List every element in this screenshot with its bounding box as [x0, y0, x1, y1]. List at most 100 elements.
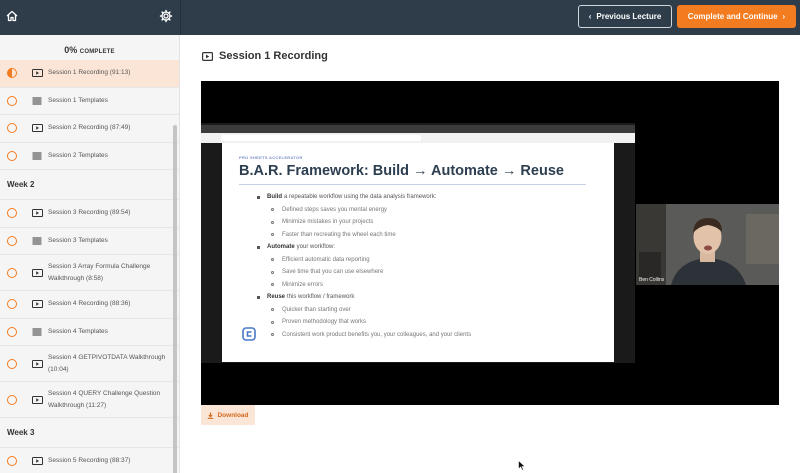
slide-sub-bullet: Defined steps saves you mental energy [257, 204, 471, 217]
text-lines-icon [31, 151, 43, 160]
progress-percent: 0% [64, 45, 78, 55]
gear-icon[interactable] [159, 9, 173, 23]
sub-bullet-text: Faster than recreating the wheel each ti… [282, 231, 396, 238]
download-label: Download [217, 411, 249, 419]
home-icon[interactable] [5, 9, 19, 23]
sidebar-divider [180, 0, 181, 35]
bullet-keyword: Reuse [267, 294, 286, 301]
completion-circle-icon[interactable] [7, 95, 17, 106]
slide-sub-bullet: Consistent work product benefits you, yo… [257, 329, 471, 342]
completion-circle-icon[interactable] [7, 150, 17, 161]
lecture-item[interactable]: Session 3 Recording (89:54) [0, 200, 179, 228]
lecture-item[interactable]: Session 3 Templates [0, 228, 179, 255]
slide-sub-bullet: Quicker than starting over [257, 304, 471, 317]
slide-bullet: Automate your workflow: [257, 241, 471, 254]
download-button[interactable]: Download [201, 405, 255, 425]
lecture-label: Session 4 GETPIVOTDATA Walkthrough (10:0… [48, 353, 166, 373]
lecture-label: Session 2 Recording (87:49) [48, 124, 131, 132]
brand-logo-icon [242, 327, 256, 341]
slide-sub-bullet: Efficient automatic data reporting [257, 254, 471, 267]
completion-circle-icon[interactable] [7, 394, 17, 405]
bullet-dot-icon [257, 295, 260, 299]
chevron-right-icon: › [782, 12, 786, 21]
lecture-item[interactable]: Session 4 Templates [0, 319, 179, 346]
slide-sub-bullet: Proven methodology that works [257, 316, 471, 329]
slide-bullets: Build a repeatable workflow using the dat… [257, 191, 471, 341]
completion-circle-icon[interactable] [7, 326, 17, 337]
video-play-icon [31, 395, 43, 404]
lecture-item[interactable]: Session 1 Recording (91:13) [0, 60, 179, 88]
browser-tab-bar [201, 125, 635, 133]
sub-bullet-text: Save time that you can use elsewhere [282, 269, 384, 276]
completion-circle-icon[interactable] [7, 299, 17, 310]
sub-bullet-text: Consistent work product benefits you, yo… [282, 331, 472, 338]
chevron-left-icon: ‹ [588, 12, 592, 21]
slide-title: B.A.R. Framework: Build → Automate → Reu… [239, 163, 564, 179]
bullet-dot-icon [257, 195, 260, 199]
bullet-text: your workflow: [296, 244, 336, 251]
bullet-dot-icon [257, 245, 260, 249]
lecture-item[interactable]: Session 1 Templates [0, 88, 179, 115]
video-play-icon [31, 268, 43, 277]
bullet-keyword: Automate [267, 244, 295, 251]
sidebar-scrollbar[interactable] [173, 125, 177, 473]
previous-lecture-button[interactable]: ‹ Previous Lecture [578, 5, 672, 28]
text-lines-icon [31, 236, 43, 245]
sub-bullet-text: Proven methodology that works [282, 319, 367, 326]
video-play-icon [31, 457, 43, 466]
lecture-label: Session 3 Templates [48, 236, 108, 244]
completion-circle-icon[interactable] [7, 123, 17, 134]
presentation-slide: PRO SHEETS ACCELERATOR B.A.R. Framework:… [222, 143, 614, 362]
bullet-text: a repeatable workflow using the data ana… [284, 194, 437, 201]
lecture-label: Session 3 Recording (89:54) [48, 209, 131, 217]
text-lines-icon [31, 96, 43, 105]
bullet-keyword: Build [267, 194, 282, 201]
slide-bullet: Reuse this workflow / framework [257, 291, 471, 304]
sub-bullet-text: Efficient automatic data reporting [282, 256, 370, 263]
lecture-item[interactable]: Session 2 Recording (87:49) [0, 115, 179, 143]
sub-bullet-circle-icon [271, 258, 274, 262]
lecture-label: Session 4 Templates [48, 327, 108, 335]
sub-bullet-circle-icon [271, 220, 274, 224]
top-bar: ‹ Previous Lecture Complete and Continue… [0, 0, 800, 35]
sub-bullet-text: Quicker than starting over [282, 306, 351, 313]
mouse-cursor-icon [518, 460, 526, 471]
lecture-item[interactable]: Session 4 GETPIVOTDATA Walkthrough (10:0… [0, 346, 179, 382]
completion-circle-icon[interactable] [7, 456, 17, 467]
previous-lecture-label: Previous Lecture [596, 12, 662, 21]
presenter-name: Ben Collins [639, 277, 665, 283]
slide-bullet: Build a repeatable workflow using the dat… [257, 191, 471, 204]
lecture-item[interactable]: Session 4 QUERY Challenge Question Walkt… [0, 382, 179, 418]
lecture-label: Session 4 Recording (88:36) [48, 300, 131, 308]
lecture-label: Session 5 Recording (88:37) [48, 457, 131, 465]
lecture-label: Session 1 Templates [48, 96, 108, 104]
lecture-item[interactable]: Session 2 Templates [0, 143, 179, 170]
video-play-icon [202, 51, 213, 61]
completion-circle-icon[interactable] [7, 358, 17, 369]
completion-circle-icon[interactable] [7, 267, 17, 278]
sub-bullet-circle-icon [271, 333, 274, 337]
lecture-item[interactable]: Session 5 Recording (88:37) [0, 448, 179, 473]
video-play-icon [31, 124, 43, 133]
lecture-item[interactable]: Session 3 Array Formula Challenge Walkth… [0, 255, 179, 291]
presenter-image [636, 204, 779, 285]
completion-circle-icon[interactable] [7, 68, 17, 79]
slide-sub-bullet: Minimize errors [257, 279, 471, 292]
lecture-label: Session 4 QUERY Challenge Question Walkt… [48, 389, 161, 409]
lecture-label: Session 2 Templates [48, 151, 108, 159]
slide-divider [239, 184, 586, 185]
webcam-feed: Ben Collins [636, 204, 779, 285]
complete-and-continue-button[interactable]: Complete and Continue › [677, 5, 796, 28]
video-player[interactable]: PRO SHEETS ACCELERATOR B.A.R. Framework:… [201, 81, 779, 405]
lecture-item[interactable]: Session 4 Recording (88:36) [0, 291, 179, 319]
video-play-icon [31, 300, 43, 309]
lecture-label: Session 3 Array Formula Challenge Walkth… [48, 262, 151, 282]
page-title-text: Session 1 Recording [219, 50, 328, 62]
sub-bullet-circle-icon [271, 308, 274, 312]
completion-circle-icon[interactable] [7, 235, 17, 246]
lecture-label: Session 1 Recording (91:13) [48, 69, 131, 77]
sub-bullet-text: Minimize errors [282, 281, 324, 288]
bullet-text: this workflow / framework [287, 294, 355, 301]
completion-circle-icon[interactable] [7, 208, 17, 219]
browser-url-bar [201, 133, 635, 143]
